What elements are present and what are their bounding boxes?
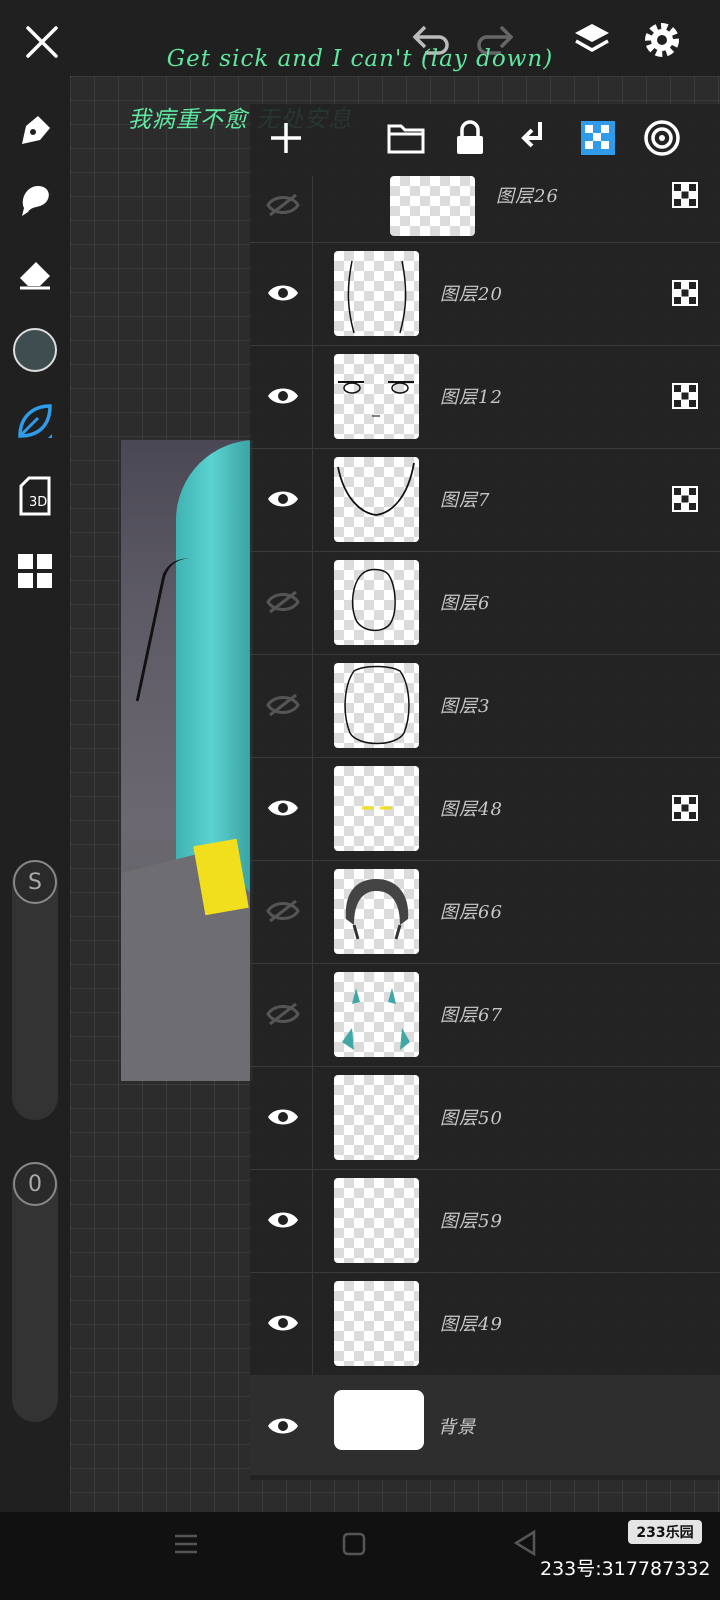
folder-icon[interactable]: [384, 116, 428, 160]
layer-name: 图层12: [440, 387, 503, 408]
opacity-knob[interactable]: 0: [13, 1162, 57, 1206]
layer-row[interactable]: 图层7: [250, 448, 720, 552]
visible-eye-icon[interactable]: [262, 272, 304, 314]
layer-row[interactable]: 图层67: [250, 963, 720, 1067]
row-divider: [312, 654, 313, 757]
visible-eye-icon[interactable]: [262, 787, 304, 829]
brush-size-knob[interactable]: S: [13, 860, 57, 904]
brush-size-slider[interactable]: S: [12, 860, 58, 1120]
clipping-badge-icon: [672, 486, 698, 512]
layer-properties-icon[interactable]: [640, 116, 684, 160]
hidden-eye-icon[interactable]: [262, 684, 304, 726]
layer-name: 背景: [438, 1417, 476, 1438]
layer-name: 图层49: [440, 1314, 503, 1335]
clipping-badge-icon: [672, 383, 698, 409]
layer-row[interactable]: 图层66: [250, 860, 720, 964]
watermark-id: 233号:317787332: [540, 1558, 711, 1580]
row-divider: [312, 757, 313, 860]
eraser-tool-icon[interactable]: [14, 252, 56, 294]
row-divider: [312, 1066, 313, 1169]
layer-thumbnail: [334, 869, 419, 954]
smudge-tool-icon[interactable]: [14, 180, 56, 222]
layer-thumbnail: [334, 354, 419, 439]
row-divider: [312, 176, 313, 242]
clipping-badge-icon: [672, 795, 698, 821]
layers-panel-toolbar: [250, 104, 720, 176]
layer-name: 图层3: [440, 696, 491, 717]
hidden-eye-icon[interactable]: [262, 890, 304, 932]
3d-model-icon[interactable]: 3D: [14, 475, 56, 517]
layer-name: 图层26: [496, 186, 559, 207]
add-layer-icon[interactable]: [264, 116, 308, 160]
caption-english: Get sick and I can't (lay down): [166, 46, 554, 72]
layer-name: 图层48: [440, 799, 503, 820]
layer-name: 图层6: [440, 593, 491, 614]
row-divider: [312, 1272, 313, 1375]
layer-name: 图层59: [440, 1211, 503, 1232]
watermark-logo: 233乐园: [628, 1520, 702, 1544]
layer-row[interactable]: 图层26: [250, 176, 720, 243]
color-picker-swatch[interactable]: [13, 328, 57, 372]
visible-eye-icon[interactable]: [262, 1199, 304, 1241]
row-divider: [312, 963, 313, 1066]
visible-eye-icon[interactable]: [262, 478, 304, 520]
layer-thumbnail: [334, 663, 419, 748]
layer-name: 图层20: [440, 284, 503, 305]
row-divider: [312, 242, 313, 345]
clipping-badge-icon: [672, 280, 698, 306]
layer-row[interactable]: 图层20: [250, 242, 720, 346]
layers-panel: 图层26 图层20 图层12 图层7 图层6 图层3 图层48 图层66 图层6…: [250, 104, 720, 1480]
pen-tool-icon[interactable]: [14, 110, 56, 152]
blend-leaf-tool-icon[interactable]: [14, 400, 56, 442]
row-divider: [312, 345, 313, 448]
row-divider: [312, 551, 313, 654]
visible-eye-icon[interactable]: [262, 1302, 304, 1344]
hidden-eye-icon[interactable]: [262, 581, 304, 623]
clipping-badge-icon: [672, 182, 698, 208]
artwork-preview: [121, 440, 253, 1081]
layer-row[interactable]: 图层59: [250, 1169, 720, 1273]
visible-eye-icon[interactable]: [262, 375, 304, 417]
back-triangle-icon[interactable]: [510, 1528, 542, 1560]
lock-icon[interactable]: [448, 116, 492, 160]
merge-down-icon[interactable]: [512, 116, 556, 160]
hidden-eye-icon[interactable]: [262, 993, 304, 1035]
layer-thumbnail: [334, 1281, 419, 1366]
home-square-icon[interactable]: [340, 1530, 370, 1560]
opacity-slider[interactable]: 0: [12, 1162, 58, 1422]
layer-name: 图层67: [440, 1005, 503, 1026]
menu-grid-icon[interactable]: [14, 550, 56, 592]
recents-menu-icon[interactable]: [172, 1530, 202, 1560]
background-layer-row[interactable]: 背景: [250, 1375, 720, 1475]
layer-thumbnail: [334, 1178, 419, 1263]
row-divider: [312, 1169, 313, 1272]
layer-thumbnail: [334, 1075, 419, 1160]
svg-text:3D: 3D: [29, 495, 47, 510]
hidden-eye-icon[interactable]: [262, 184, 304, 226]
layer-name: 图层7: [440, 490, 491, 511]
layer-thumbnail: [334, 560, 419, 645]
layer-row[interactable]: 图层50: [250, 1066, 720, 1170]
layer-row[interactable]: 图层12: [250, 345, 720, 449]
row-divider: [312, 448, 313, 551]
row-divider: [312, 860, 313, 963]
clipping-mask-icon[interactable]: [576, 116, 620, 160]
layer-row[interactable]: 图层48: [250, 757, 720, 861]
layer-thumbnail: [334, 972, 419, 1057]
layer-thumbnail: [334, 1390, 424, 1450]
layer-name: 图层66: [440, 902, 503, 923]
layer-thumbnail: [334, 766, 419, 851]
layer-row[interactable]: 图层3: [250, 654, 720, 758]
layer-row[interactable]: 图层49: [250, 1272, 720, 1376]
layer-thumbnail: [334, 251, 419, 336]
visible-eye-icon[interactable]: [262, 1405, 304, 1447]
layer-thumbnail: [334, 457, 419, 542]
visible-eye-icon[interactable]: [262, 1096, 304, 1138]
layer-thumbnail: [390, 176, 475, 236]
layer-row[interactable]: 图层6: [250, 551, 720, 655]
layer-name: 图层50: [440, 1108, 503, 1129]
